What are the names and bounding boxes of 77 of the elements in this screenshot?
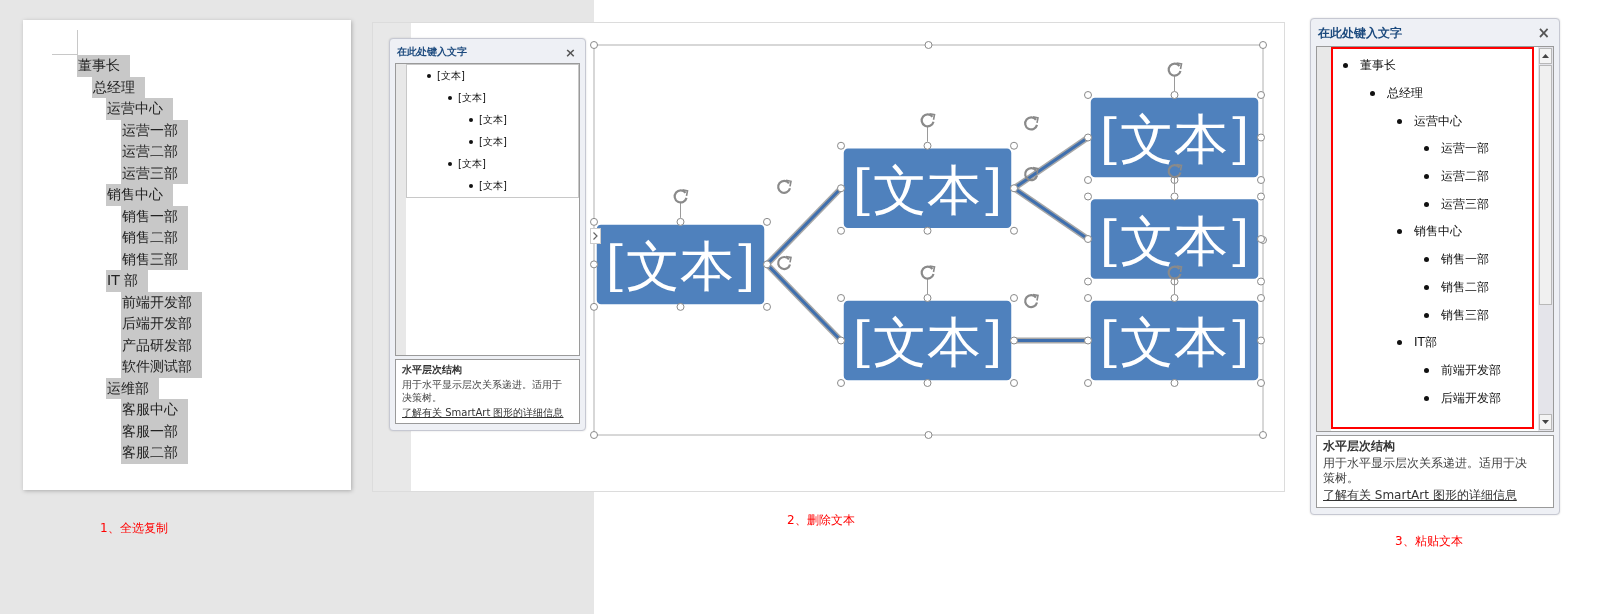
bullet-icon: [469, 184, 473, 188]
outline-item[interactable]: [文本]: [469, 131, 507, 153]
bullet-icon: [448, 96, 452, 100]
chevron-icon: [593, 232, 598, 240]
outline-item[interactable]: 运营一部: [1424, 135, 1489, 163]
up-arrow-icon[interactable]: [1542, 54, 1549, 58]
outline-item[interactable]: [文本]: [469, 175, 507, 197]
bullet-icon: [1424, 312, 1429, 318]
rotate-icon[interactable]: [1167, 62, 1183, 92]
expand-button[interactable]: [590, 228, 601, 244]
outline-item[interactable]: 销售中心: [1397, 218, 1462, 246]
outline-item[interactable]: [文本]: [469, 109, 507, 131]
outline-item[interactable]: 后端开发部: [1424, 384, 1501, 412]
bullet-icon: [1424, 395, 1429, 401]
bullet-icon: [1424, 146, 1429, 152]
outline-item[interactable]: [文本]: [427, 65, 465, 87]
outline-item[interactable]: [文本]: [448, 153, 486, 175]
rotate-icon[interactable]: [673, 189, 689, 219]
bullet-icon: [469, 140, 473, 144]
rotate-icon[interactable]: [1024, 166, 1039, 182]
outline-item[interactable]: 运营中心: [1397, 107, 1462, 136]
layout-description: 用于水平显示层次关系递进。适用于决策树。: [1323, 456, 1528, 486]
close-button[interactable]: ×: [563, 45, 578, 59]
step-caption: 1、全选复制: [100, 520, 168, 537]
bullet-icon: [427, 74, 431, 78]
diagram-node[interactable]: [文本]: [1089, 96, 1260, 179]
outline-item[interactable]: 前端开发部: [1424, 356, 1501, 385]
outline-item[interactable]: 运营二部: [1424, 162, 1489, 191]
bullet-icon: [1424, 174, 1429, 180]
outline-item[interactable]: IT部: [1397, 328, 1437, 357]
outline-item[interactable]: 销售二部: [1424, 273, 1489, 302]
layout-name: 水平层次结构: [1323, 439, 1396, 454]
bullet-icon: [1370, 91, 1375, 97]
details-link[interactable]: 了解有关 SmartArt 图形的详细信息: [402, 406, 564, 419]
bullet-icon: [1424, 367, 1429, 373]
outline-item[interactable]: 销售三部: [1424, 301, 1489, 329]
down-arrow-icon[interactable]: [1542, 420, 1549, 424]
close-button[interactable]: ×: [1535, 26, 1552, 41]
bullet-icon: [1343, 63, 1348, 69]
details-link[interactable]: 了解有关 SmartArt 图形的详细信息: [1323, 488, 1517, 503]
diagram-node[interactable]: [文本]: [842, 299, 1013, 382]
pane-title: 在此处键入文字: [397, 45, 467, 59]
rotate-icon[interactable]: [1167, 163, 1183, 193]
bullet-icon: [1424, 257, 1429, 263]
rotate-icon[interactable]: [1024, 293, 1039, 309]
diagram-node[interactable]: [文本]: [842, 147, 1013, 230]
outline-item[interactable]: 运营三部: [1424, 190, 1489, 219]
bullet-icon: [1424, 284, 1429, 290]
rotate-icon[interactable]: [1024, 116, 1039, 131]
layout-name: 水平层次结构: [402, 363, 463, 376]
bullet-icon: [1397, 340, 1402, 346]
outline-item[interactable]: 董事长: [1343, 52, 1396, 80]
selection-handles[interactable]: [590, 217, 771, 311]
bullet-icon: [1397, 229, 1402, 235]
rotate-icon[interactable]: [777, 179, 792, 194]
outline-item[interactable]: 总经理: [1370, 79, 1423, 108]
bullet-icon: [469, 118, 473, 122]
rotate-icon[interactable]: [920, 112, 936, 143]
rotate-icon[interactable]: [920, 265, 936, 295]
bullet-icon: [448, 162, 452, 166]
rotate-icon[interactable]: [777, 255, 792, 271]
diagram-node[interactable]: [文本]: [1089, 197, 1260, 281]
diagram-node[interactable]: [文本]: [1089, 299, 1260, 382]
outline-item[interactable]: [文本]: [448, 87, 486, 109]
bullet-icon: [1397, 118, 1402, 124]
step-caption: 2、删除文本: [787, 512, 855, 529]
connector-line[interactable]: [1012, 185, 1090, 242]
outline-item[interactable]: 销售一部: [1424, 245, 1489, 274]
bullet-icon: [1424, 201, 1429, 207]
diagram-node[interactable]: [文本]: [595, 223, 766, 306]
step-caption: 3、粘贴文本: [1395, 533, 1463, 550]
rotate-icon[interactable]: [1167, 265, 1183, 295]
scrollbar[interactable]: [1538, 47, 1553, 431]
selection-handles[interactable]: [837, 141, 1018, 235]
pane-title: 在此处键入文字: [1318, 25, 1402, 42]
connector-line[interactable]: [1014, 337, 1088, 344]
layout-description: 用于水平显示层次关系递进。适用于决策树。: [402, 378, 563, 404]
